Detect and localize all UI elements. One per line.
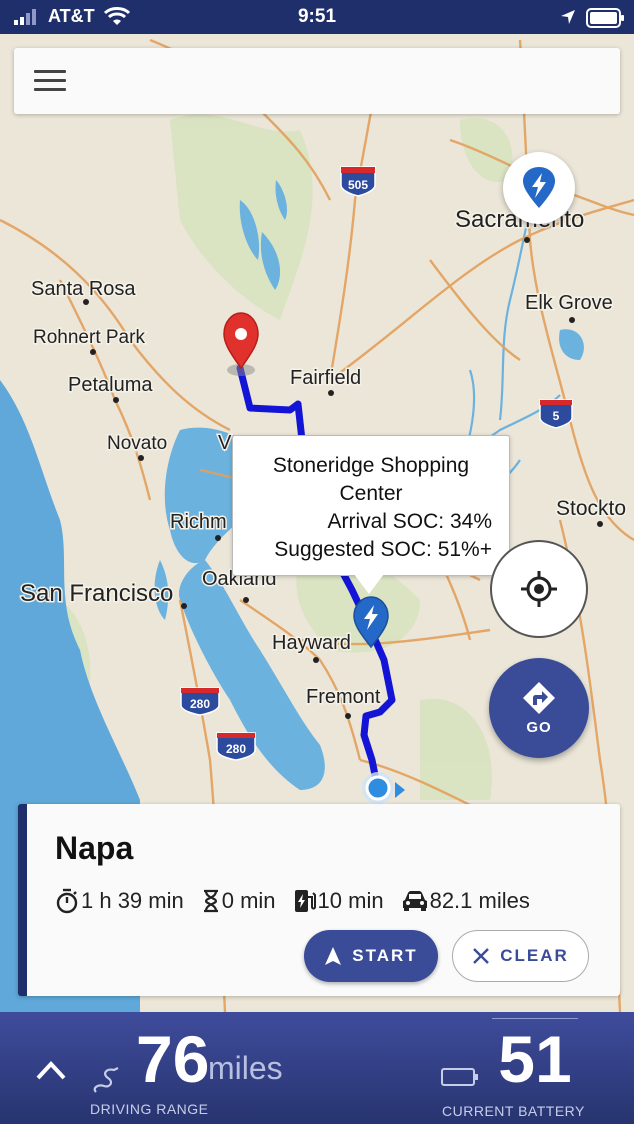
battery-status-icon — [586, 8, 624, 28]
close-icon — [473, 948, 490, 964]
battery-icon — [441, 1068, 478, 1086]
go-label: GO — [526, 718, 552, 736]
route-stats: 1 h 39 min 0 min 10 min 82.1 miles — [55, 888, 548, 914]
distance-value: 82.1 miles — [429, 888, 530, 913]
shield-5-label: 5 — [553, 409, 560, 423]
highway-shield-505: 505 — [340, 166, 376, 197]
go-button[interactable]: GO — [489, 658, 589, 758]
start-button[interactable]: START — [304, 930, 438, 982]
clear-button-label: CLEAR — [500, 946, 569, 965]
map-label-novato: Novato — [107, 433, 167, 454]
vehicle-status-bar[interactable]: 76 miles DRIVING RANGE 51 CURRENT BATTER… — [0, 1012, 634, 1124]
wait-time-value: 0 min — [221, 888, 276, 913]
callout-title-line2: Center — [339, 482, 403, 505]
shield-505-label: 505 — [348, 178, 368, 192]
map-label-fairfield: Fairfield — [290, 367, 361, 389]
charger-callout[interactable]: Stoneridge Shopping Center Arrival SOC: … — [232, 435, 510, 576]
map-label-san-francisco: San Francisco — [20, 580, 173, 607]
recenter-button[interactable] — [490, 540, 588, 638]
distance-stat: 82.1 miles — [402, 888, 530, 914]
highway-shield-280-a: 280 — [180, 687, 220, 716]
map-label-vallejo: V — [218, 432, 232, 454]
map-label-fremont: Fremont — [306, 686, 381, 708]
navigation-arrow-icon — [325, 947, 342, 965]
chevron-up-icon[interactable] — [36, 1060, 66, 1080]
map-label-rohnert-park: Rohnert Park — [33, 327, 145, 348]
battery-percent-value: 51 — [498, 1022, 572, 1096]
drive-time-stat: 1 h 39 min — [55, 888, 184, 914]
map-label-stockton: Stockto — [556, 497, 626, 520]
car-icon — [402, 891, 427, 911]
search-bar[interactable] — [14, 48, 620, 114]
shield-280b-label: 280 — [226, 742, 246, 756]
clear-button[interactable]: CLEAR — [452, 930, 589, 982]
destination-name: Napa — [55, 830, 134, 866]
shield-280a-label: 280 — [190, 697, 210, 711]
charger-filter-button[interactable] — [503, 152, 575, 224]
battery-divider — [492, 1018, 578, 1019]
battery-label: CURRENT BATTERY — [442, 1103, 585, 1119]
driving-range-value: 76 — [136, 1022, 210, 1096]
map-label-santa-rosa: Santa Rosa — [31, 278, 136, 300]
charging-station-icon — [294, 890, 316, 912]
wait-time-stat: 0 min — [202, 888, 276, 914]
status-bar: AT&T 9:51 — [0, 0, 634, 34]
directions-icon — [523, 681, 555, 714]
highway-shield-280-b: 280 — [216, 732, 256, 761]
map-label-petaluma: Petaluma — [68, 374, 153, 396]
highway-shield-5: 5 — [539, 399, 573, 429]
carrier-label: AT&T — [48, 6, 95, 26]
drive-time-value: 1 h 39 min — [81, 888, 184, 913]
charge-time-stat: 10 min — [294, 888, 384, 914]
callout-pointer — [354, 574, 384, 594]
charger-pin-icon — [523, 167, 555, 208]
wifi-icon — [104, 7, 130, 25]
map-label-hayward: Hayward — [272, 632, 351, 654]
driving-range-label: DRIVING RANGE — [90, 1101, 209, 1117]
menu-icon[interactable] — [34, 70, 66, 94]
callout-suggested-soc: Suggested SOC: 51%+ — [274, 538, 492, 561]
start-button-label: START — [352, 946, 418, 965]
crosshair-icon — [521, 571, 557, 607]
callout-title-line1: Stoneridge Shopping — [272, 454, 470, 477]
route-summary-card: Napa 1 h 39 min 0 min 10 min 82.1 miles … — [18, 804, 620, 996]
hourglass-icon — [203, 889, 218, 913]
location-services-icon — [561, 10, 575, 24]
signal-icon — [14, 9, 36, 25]
clock: 9:51 — [297, 6, 337, 27]
map-label-richmond: Richm — [170, 511, 227, 533]
charge-time-value: 10 min — [317, 888, 384, 913]
road-range-icon — [93, 1067, 119, 1093]
stopwatch-icon — [56, 888, 78, 914]
map-label-elk-grove: Elk Grove — [525, 292, 613, 314]
driving-range-unit: miles — [208, 1050, 283, 1086]
callout-arrival-soc: Arrival SOC: 34% — [327, 510, 492, 533]
